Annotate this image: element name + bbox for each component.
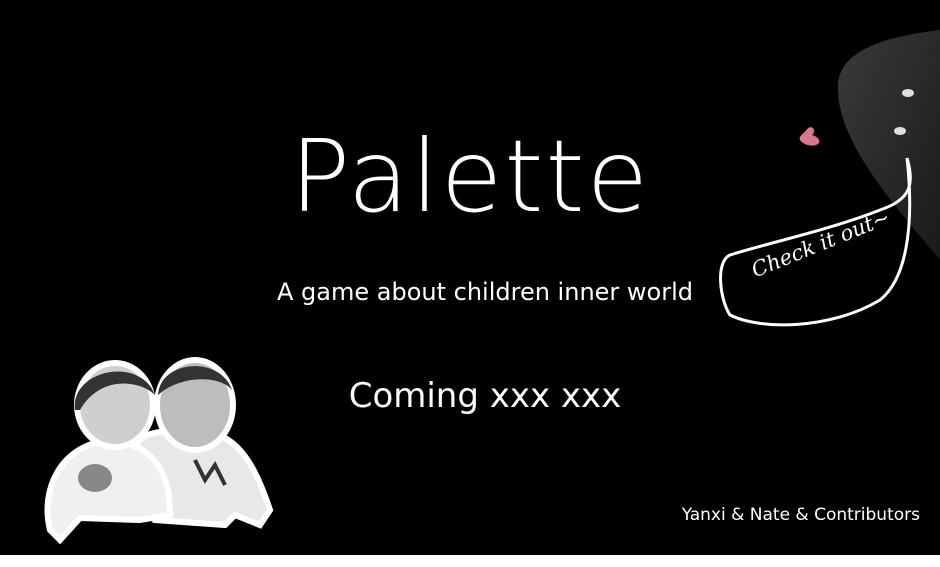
children-illustration — [44, 357, 274, 545]
title-screen: Check it out~ Palette A game about child… — [0, 0, 940, 555]
credits: Yanxi & Nate & Contributors — [681, 505, 920, 525]
game-title: Palette — [289, 118, 651, 235]
game-subtitle: A game about children inner world — [277, 278, 693, 306]
